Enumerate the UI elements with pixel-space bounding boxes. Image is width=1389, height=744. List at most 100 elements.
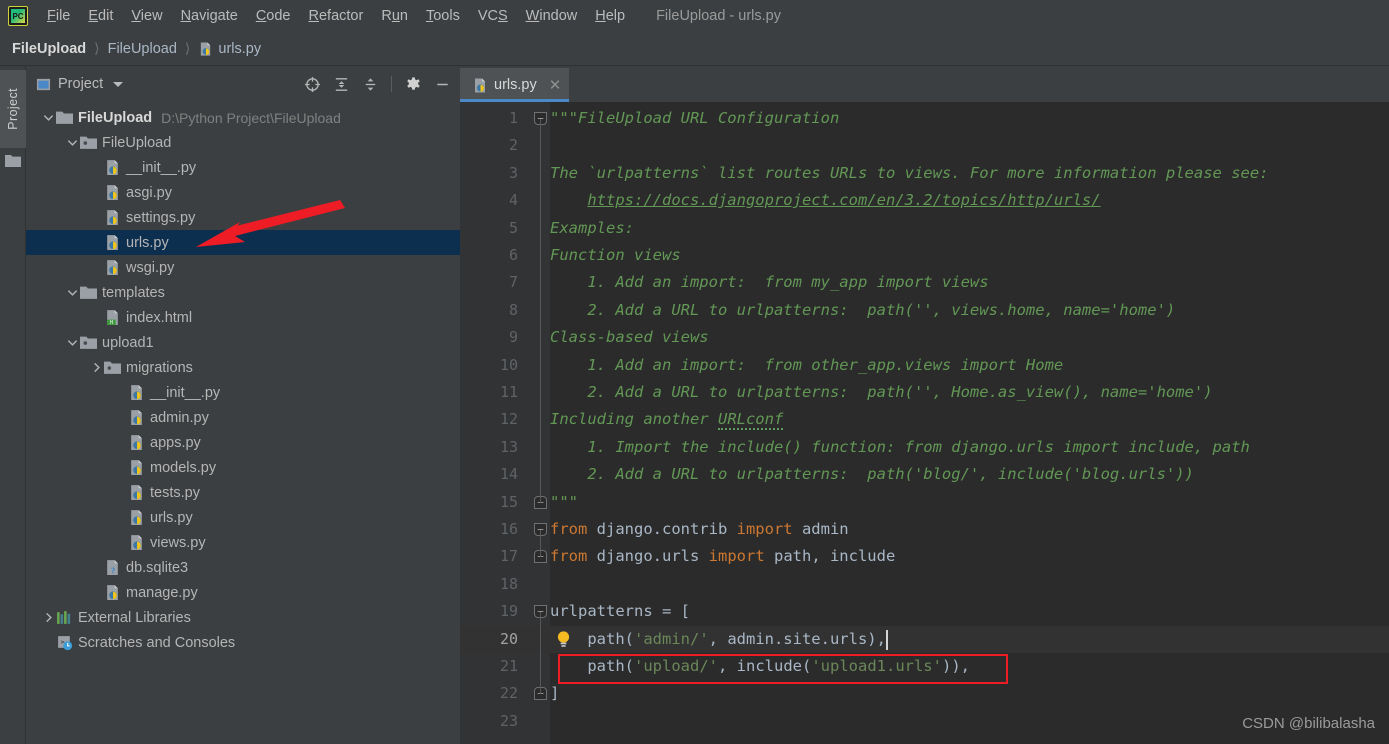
tree-twisty[interactable] <box>40 610 56 626</box>
code-line[interactable]: 7 1. Add an import: from my_app import v… <box>460 269 1389 296</box>
menu-item-code[interactable]: Code <box>247 4 300 28</box>
menu-item-refactor[interactable]: Refactor <box>300 4 373 28</box>
tree-row[interactable]: settings.py <box>26 205 460 230</box>
tree-row[interactable]: templates <box>26 280 460 305</box>
menu-item-navigate[interactable]: Navigate <box>172 4 247 28</box>
code-line[interactable]: 16 from django.contrib import admin <box>460 516 1389 543</box>
chevron-down-icon[interactable] <box>67 337 78 348</box>
locate-icon[interactable] <box>300 72 324 96</box>
code-token: 'upload/' <box>634 657 718 675</box>
chevron-right-icon[interactable] <box>91 362 102 373</box>
expand-all-icon[interactable] <box>329 72 353 96</box>
tree-row[interactable]: views.py <box>26 530 460 555</box>
tree-node-label: views.py <box>150 534 206 551</box>
menu-item-file[interactable]: File <box>38 4 79 28</box>
tree-row[interactable]: FileUpload <box>26 130 460 155</box>
code-line[interactable]: 10 1. Add an import: from other_app.view… <box>460 352 1389 379</box>
python-file-icon <box>107 260 118 275</box>
code-line[interactable]: 20 path('admin/', admin.site.urls), <box>460 625 1389 653</box>
code-line[interactable]: 3 The `urlpatterns` list routes URLs to v… <box>460 160 1389 187</box>
code-text: from django.contrib import admin <box>550 516 849 543</box>
menu-item-run[interactable]: Run <box>372 4 417 28</box>
menu-item-vcs[interactable]: VCS <box>469 4 517 28</box>
tree-row[interactable]: ? db.sqlite3 <box>26 555 460 580</box>
folder-icon[interactable] <box>5 154 21 167</box>
tree-row[interactable]: __init__.py <box>26 155 460 180</box>
chevron-right-icon[interactable] <box>43 612 54 623</box>
tree-row[interactable]: External Libraries <box>26 605 460 630</box>
code-line[interactable]: 17 from django.urls import path, include <box>460 543 1389 570</box>
tree-row[interactable]: apps.py <box>26 430 460 455</box>
tree-twisty <box>112 410 128 426</box>
tree-row[interactable]: manage.py <box>26 580 460 605</box>
code-line[interactable]: 6 Function views <box>460 242 1389 269</box>
code-line[interactable]: 12 Including another URLconf <box>460 406 1389 433</box>
tool-window-button-project[interactable]: Project <box>0 70 26 148</box>
breadcrumb-item-project[interactable]: FileUpload <box>12 41 86 57</box>
menu-item-edit[interactable]: Edit <box>79 4 122 28</box>
tree-row[interactable]: > Scratches and Consoles <box>26 630 460 655</box>
tree-row[interactable]: wsgi.py <box>26 255 460 280</box>
tree-row[interactable]: admin.py <box>26 405 460 430</box>
code-line[interactable]: 22] <box>460 680 1389 707</box>
tree-twisty[interactable] <box>64 335 80 351</box>
code-line[interactable]: 13 1. Import the include() function: fro… <box>460 434 1389 461</box>
tree-twisty[interactable] <box>40 110 56 126</box>
code-line[interactable]: 2 <box>460 132 1389 159</box>
breadcrumb-item-file[interactable]: urls.py <box>218 41 261 57</box>
tree-row[interactable]: migrations <box>26 355 460 380</box>
tree-twisty <box>112 510 128 526</box>
code-line[interactable]: 19 urlpatterns = [ <box>460 598 1389 625</box>
breadcrumb-item-package[interactable]: FileUpload <box>108 41 177 57</box>
code-token: 2. Add a URL to urlpatterns: path('', Ho… <box>550 383 1213 401</box>
code-line[interactable]: 11 2. Add a URL to urlpatterns: path('',… <box>460 379 1389 406</box>
chevron-down-icon[interactable] <box>67 137 78 148</box>
tree-twisty[interactable] <box>64 135 80 151</box>
code-line[interactable]: 5 Examples: <box>460 215 1389 242</box>
chevron-down-icon[interactable] <box>67 287 78 298</box>
code-line[interactable]: 8 2. Add a URL to urlpatterns: path('', … <box>460 297 1389 324</box>
settings-gear-icon[interactable] <box>401 72 425 96</box>
menu-item-view[interactable]: View <box>122 4 171 28</box>
tree-twisty[interactable] <box>88 360 104 376</box>
project-tree[interactable]: FileUpload D:\Python Project\FileUpload Fi… <box>26 102 460 744</box>
code-line[interactable]: 1 """FileUpload URL Configuration <box>460 105 1389 132</box>
chevron-down-icon[interactable] <box>43 112 54 123</box>
code-line[interactable]: 18 <box>460 571 1389 598</box>
tree-row[interactable]: models.py <box>26 455 460 480</box>
line-number: 19 <box>499 602 518 621</box>
chevron-down-icon[interactable] <box>113 81 124 87</box>
window-title: FileUpload - urls.py <box>656 8 781 24</box>
code-content[interactable]: 1"""FileUpload URL Configuration−23The `… <box>460 102 1389 744</box>
tree-node-label: apps.py <box>150 434 201 451</box>
tree-node-label: index.html <box>126 309 193 326</box>
code-text: 2. Add a URL to urlpatterns: path('blog/… <box>550 461 1194 488</box>
code-line[interactable]: 15 """ <box>460 489 1389 516</box>
tree-row[interactable]: upload1 <box>26 330 460 355</box>
tree-row-selected[interactable]: urls.py <box>26 230 460 255</box>
tree-row[interactable]: FileUpload D:\Python Project\FileUpload <box>26 105 460 130</box>
menu-item-tools[interactable]: Tools <box>417 4 469 28</box>
editor-tab-urls-py[interactable]: urls.py ✕ <box>460 68 570 102</box>
code-line[interactable]: 4 https://docs.djangoproject.com/en/3.2/… <box>460 187 1389 214</box>
hide-panel-icon[interactable] <box>430 72 454 96</box>
menu-item-window[interactable]: Window <box>517 4 587 28</box>
collapse-all-icon[interactable] <box>358 72 382 96</box>
code-line[interactable]: 9 Class-based views <box>460 324 1389 351</box>
tree-row[interactable]: Hindex.html <box>26 305 460 330</box>
tree-node-label: settings.py <box>126 209 196 226</box>
tree-row[interactable]: tests.py <box>26 480 460 505</box>
tree-twisty <box>88 260 104 276</box>
line-number: 23 <box>499 711 518 730</box>
code-token[interactable]: https://docs.djangoproject.com/en/3.2/to… <box>587 191 1100 209</box>
close-icon[interactable]: ✕ <box>549 76 562 94</box>
code-line[interactable]: 14 2. Add a URL to urlpatterns: path('bl… <box>460 461 1389 488</box>
tree-row[interactable]: urls.py <box>26 505 460 530</box>
tree-row[interactable]: __init__.py <box>26 380 460 405</box>
menu-item-help[interactable]: Help <box>586 4 634 28</box>
tree-row[interactable]: asgi.py <box>26 180 460 205</box>
intention-bulb-icon[interactable] <box>556 630 571 649</box>
tree-twisty[interactable] <box>64 285 80 301</box>
code-line[interactable]: 21 path('upload/', include('upload1.urls… <box>460 653 1389 680</box>
code-editor[interactable]: 1"""FileUpload URL Configuration−23The `… <box>460 102 1389 744</box>
